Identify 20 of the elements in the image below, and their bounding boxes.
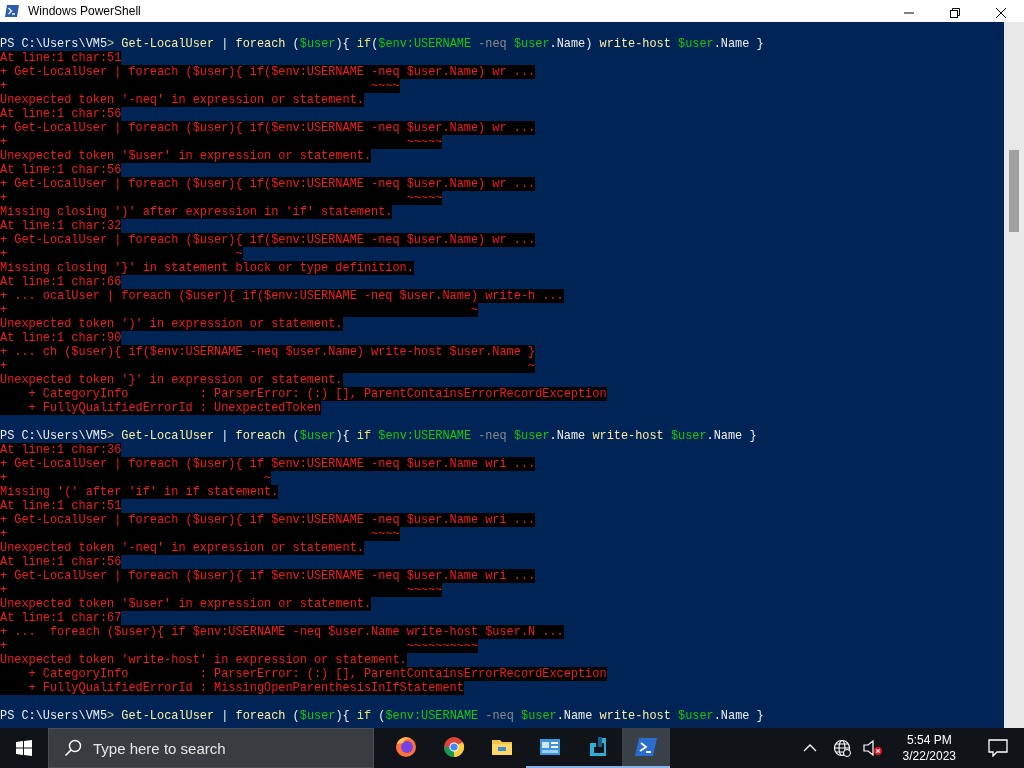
muted-speaker-icon[interactable] [862,739,883,757]
scrollbar-thumb[interactable] [1009,150,1019,232]
window-title: Windows PowerShell [28,3,141,20]
command-line: PS C:\Users\VM5> Get-LocalUser | foreach ($user){ if ($env:USERNAME -neq $user.Name write-host $user.Name } [0,709,764,723]
search-field[interactable]: Type here to search [48,728,374,768]
browser-icon [394,735,418,759]
globe-icon[interactable] [832,739,851,757]
browser-icon [442,735,466,759]
search-icon [64,739,82,757]
chevron-up-icon[interactable] [802,744,817,752]
command-line: PS C:\Users\VM5> Get-LocalUser | foreach ($user){ if($env:USERNAME -neq $user.Name) write-host $user.Name } [0,37,764,51]
close-icon [996,7,1006,18]
scrollbar[interactable] [1004,22,1024,728]
restore-icon [950,7,960,18]
clock[interactable]: 5:54 PM 3/22/2023 [894,732,964,764]
notification-icon[interactable] [988,739,1008,757]
terminal-icon [634,735,658,759]
command-line: PS C:\Users\VM5> Get-LocalUser | foreach ($user){ if $env:USERNAME -neq $user.Name write-host $user.Name } [0,429,757,443]
windows-icon [16,740,32,756]
shell-icon [4,3,20,19]
